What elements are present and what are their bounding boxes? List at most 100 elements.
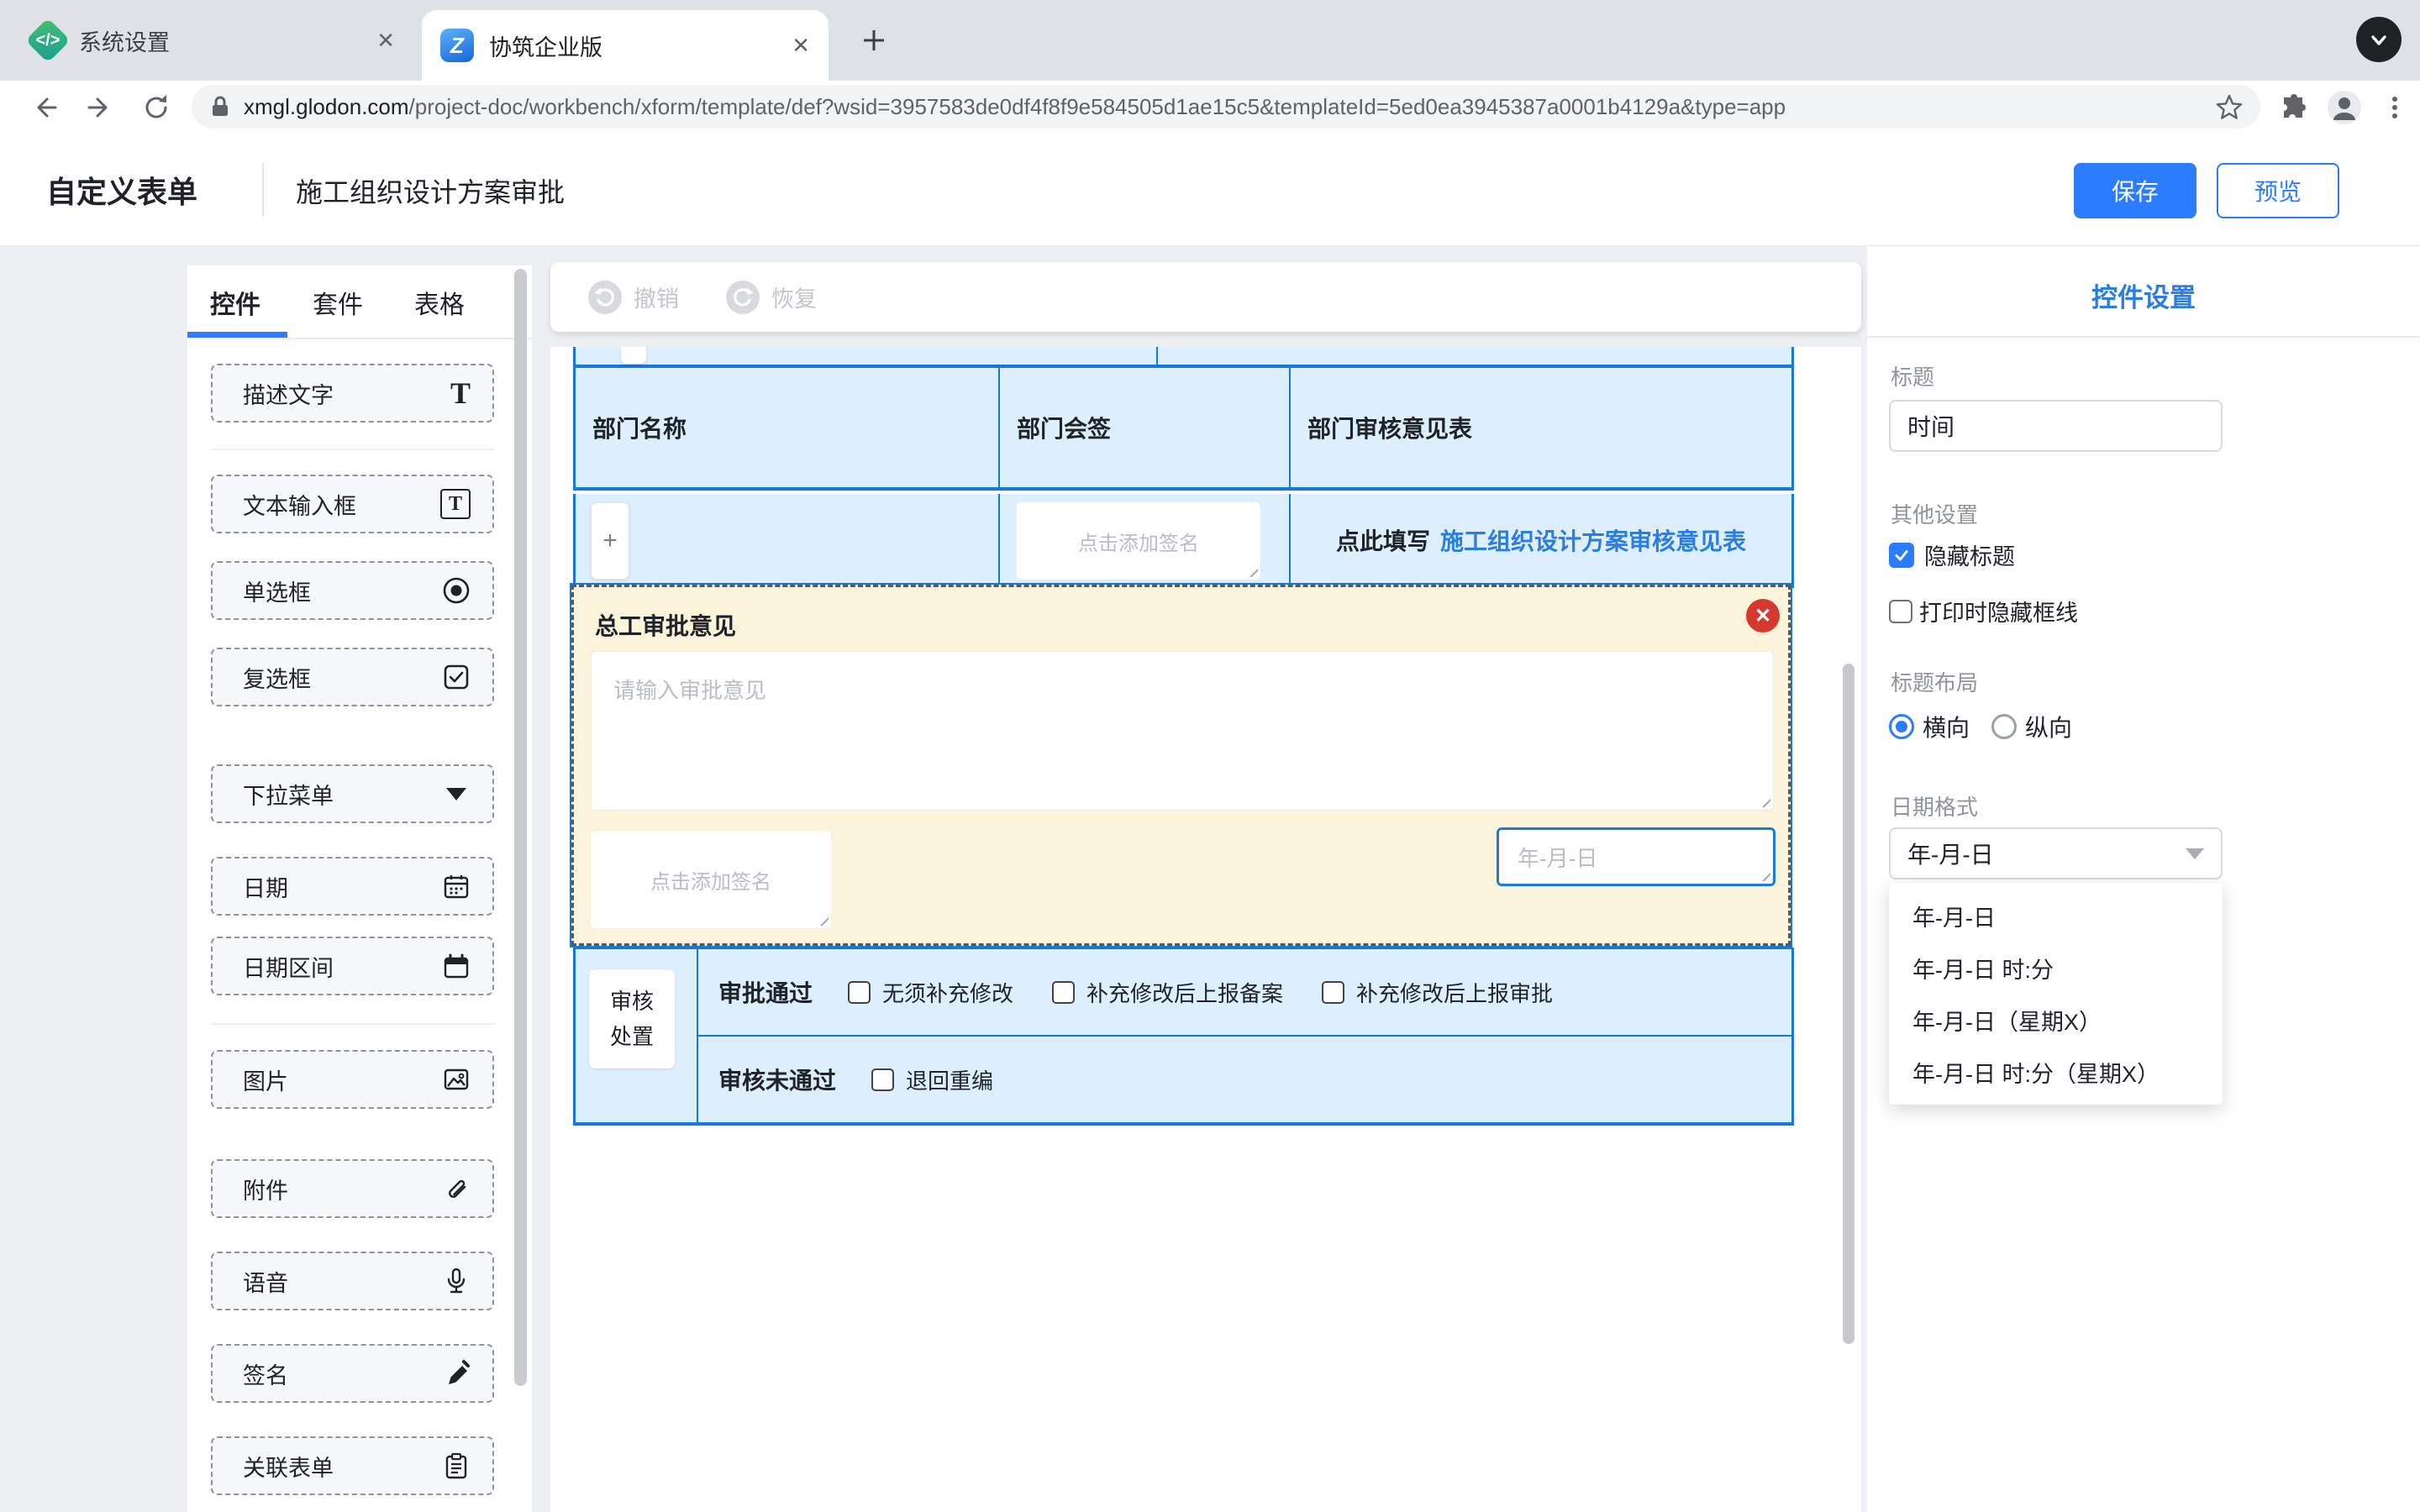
widget-item-image[interactable]: 图片 [211, 1050, 494, 1109]
checkbox-revise-then-approve[interactable] [1322, 981, 1344, 1004]
form-canvas: 撤销 恢复 部门名称 部门会签 [550, 262, 1861, 1512]
tab-tables[interactable]: 表格 [414, 284, 465, 321]
save-button[interactable]: 保存 [2074, 163, 2196, 218]
table-body-row[interactable]: + 点击添加签名 点此填写 施工组织设计方案审核意见表 [573, 494, 1794, 588]
image-icon [442, 1065, 471, 1094]
resize-handle-icon[interactable] [1245, 564, 1258, 577]
cell-department-countersign[interactable]: 点击添加签名 [1000, 494, 1291, 585]
checkbox-revise-then-file[interactable] [1052, 981, 1075, 1004]
table-header-row[interactable]: 部门名称 部门会签 部门审核意见表 [573, 368, 1794, 491]
tab-label: 协筑企业版 [489, 29, 781, 62]
menu-option[interactable]: 年-月-日（星期X） [1889, 994, 2223, 1046]
widget-item-related-form[interactable]: 关联表单 [211, 1436, 494, 1495]
review-fail-row: 审核未通过 退回重编 [698, 1037, 1791, 1122]
close-tab-icon[interactable]: ✕ [792, 33, 810, 59]
tab-controls[interactable]: 控件 [210, 284, 260, 321]
text-input-icon: T [440, 489, 471, 519]
header-cell-department-countersign[interactable]: 部门会签 [1000, 368, 1291, 487]
dropdown-triangle-icon [442, 780, 471, 808]
resize-handle-icon[interactable] [1758, 795, 1770, 807]
menu-option[interactable]: 年-月-日 时:分 [1889, 942, 2223, 994]
extensions-button[interactable] [2274, 87, 2314, 128]
title-field-label: 标题 [1891, 360, 1934, 391]
form-title: 施工组织设计方案审批 [296, 171, 565, 210]
redo-button[interactable]: 恢复 [726, 281, 817, 314]
date-field-selected[interactable]: 年-月-日 [1497, 827, 1776, 886]
hide-border-checkbox-row[interactable]: 打印时隐藏框线 [1889, 595, 2078, 627]
reload-button[interactable] [136, 87, 176, 128]
tab-xiezhu-enterprise[interactable]: Z 协筑企业版 ✕ [422, 10, 829, 81]
review-label-cell: 审核 处置 [576, 949, 698, 1122]
undo-button[interactable]: 撤销 [588, 281, 679, 314]
header-cell-department-review-table[interactable]: 部门审核意见表 [1291, 368, 1791, 487]
new-tab-button[interactable] [852, 18, 896, 62]
review-table-link[interactable]: 施工组织设计方案审核意见表 [1440, 523, 1746, 557]
widget-item-signature[interactable]: 签名 [211, 1344, 494, 1403]
cell-review-table[interactable]: 点此填写 施工组织设计方案审核意见表 [1291, 494, 1791, 585]
resize-handle-icon[interactable] [816, 913, 829, 926]
back-arrow-icon [29, 92, 59, 123]
url-bar[interactable]: xmgl.glodon.com/project-doc/workbench/xf… [192, 85, 2260, 129]
forward-button[interactable] [81, 87, 121, 128]
widget-item-radio[interactable]: 单选框 [211, 561, 494, 620]
signature-box[interactable]: 点击添加签名 [1017, 502, 1260, 580]
date-format-select[interactable]: 年-月-日 [1889, 827, 2223, 879]
tab-system-settings[interactable]: </> 系统设置 ✕ [15, 12, 412, 69]
tab-kits[interactable]: 套件 [313, 284, 363, 321]
back-button[interactable] [24, 87, 64, 128]
person-icon [2327, 90, 2362, 125]
widget-item-date-range[interactable]: 日期区间 [211, 937, 494, 995]
sidebar-scrollbar[interactable] [514, 269, 527, 1386]
checkbox-return-rewrite[interactable] [871, 1068, 894, 1091]
paperclip-icon [442, 1174, 471, 1203]
header-cell-department-name[interactable]: 部门名称 [576, 368, 1000, 487]
review-disposition-section[interactable]: 审核 处置 审批通过 无须补充修改 补充修改后上报备案 补充修改后上报审批 [573, 948, 1794, 1126]
review-label-box[interactable]: 审核 处置 [589, 969, 675, 1068]
sidebar-separator [211, 1023, 494, 1025]
browser-menu-button[interactable] [2375, 87, 2415, 128]
puzzle-icon [2280, 93, 2308, 122]
radio-unselected-icon[interactable] [1991, 714, 2017, 739]
menu-option[interactable]: 年-月-日 [1889, 890, 2223, 942]
browser-profile-badge[interactable] [2356, 17, 2402, 62]
approval-comment-textarea[interactable]: 请输入审批意见 [591, 651, 1774, 811]
widget-item-voice[interactable]: 语音 [211, 1252, 494, 1310]
widget-item-dropdown[interactable]: 下拉菜单 [211, 764, 494, 823]
review-options-area: 审批通过 无须补充修改 补充修改后上报备案 补充修改后上报审批 审核未通过 退回… [698, 949, 1791, 1122]
checkbox-no-revision[interactable] [848, 981, 871, 1004]
forward-arrow-icon [86, 92, 116, 123]
calendar-icon [442, 872, 471, 900]
bookmark-star-icon[interactable] [2215, 92, 2244, 121]
title-layout-radios: 横向 纵向 [1889, 710, 2072, 743]
signature-box[interactable]: 点击添加签名 [591, 831, 831, 928]
date-format-label: 日期格式 [1891, 790, 1978, 822]
canvas-scrollbar[interactable] [1843, 664, 1854, 1344]
widget-item-attachment[interactable]: 附件 [211, 1159, 494, 1218]
clipped-widget [621, 347, 646, 364]
widget-item-description-text[interactable]: 描述文字 T [211, 364, 494, 423]
add-row-button[interactable]: + [591, 502, 629, 580]
close-icon: ✕ [1754, 604, 1771, 628]
date-format-dropdown-menu: 年-月-日 年-月-日 时:分 年-月-日（星期X） 年-月-日 时:分（星期X… [1889, 883, 2223, 1105]
widget-item-date[interactable]: 日期 [211, 857, 494, 916]
resize-handle-icon[interactable] [1758, 869, 1770, 881]
radio-selected-icon[interactable] [1889, 714, 1914, 739]
close-tab-icon[interactable]: ✕ [376, 28, 395, 54]
hide-title-checkbox-row[interactable]: 隐藏标题 [1889, 538, 2015, 571]
checkbox-unchecked-icon[interactable] [1889, 600, 1912, 623]
chief-engineer-approval-section[interactable]: 总工审批意见 ✕ 请输入审批意见 点击添加签名 年-月-日 [571, 585, 1791, 946]
browser-avatar[interactable] [2324, 87, 2365, 128]
widget-item-text-input[interactable]: 文本输入框 T [211, 475, 494, 533]
checkbox-checked-icon[interactable] [1889, 543, 1914, 568]
title-input[interactable]: 时间 [1889, 400, 2223, 452]
widget-item-checkbox[interactable]: 复选框 [211, 648, 494, 706]
pen-icon [442, 1359, 471, 1388]
panel-title: 控件设置 [1867, 276, 2420, 314]
url-text: xmgl.glodon.com/project-doc/workbench/xf… [244, 94, 2215, 120]
preview-button[interactable]: 预览 [2217, 163, 2339, 218]
fill-review-line: 点此填写 施工组织设计方案审核意见表 [1291, 494, 1791, 585]
control-settings-panel: 控件设置 标题 时间 其他设置 隐藏标题 打印时隐藏框线 标题布局 横向 纵向 … [1867, 246, 2420, 1512]
cell-department-name[interactable]: + [576, 494, 1000, 585]
menu-option[interactable]: 年-月-日 时:分（星期X） [1889, 1046, 2223, 1098]
delete-section-button[interactable]: ✕ [1746, 599, 1780, 633]
